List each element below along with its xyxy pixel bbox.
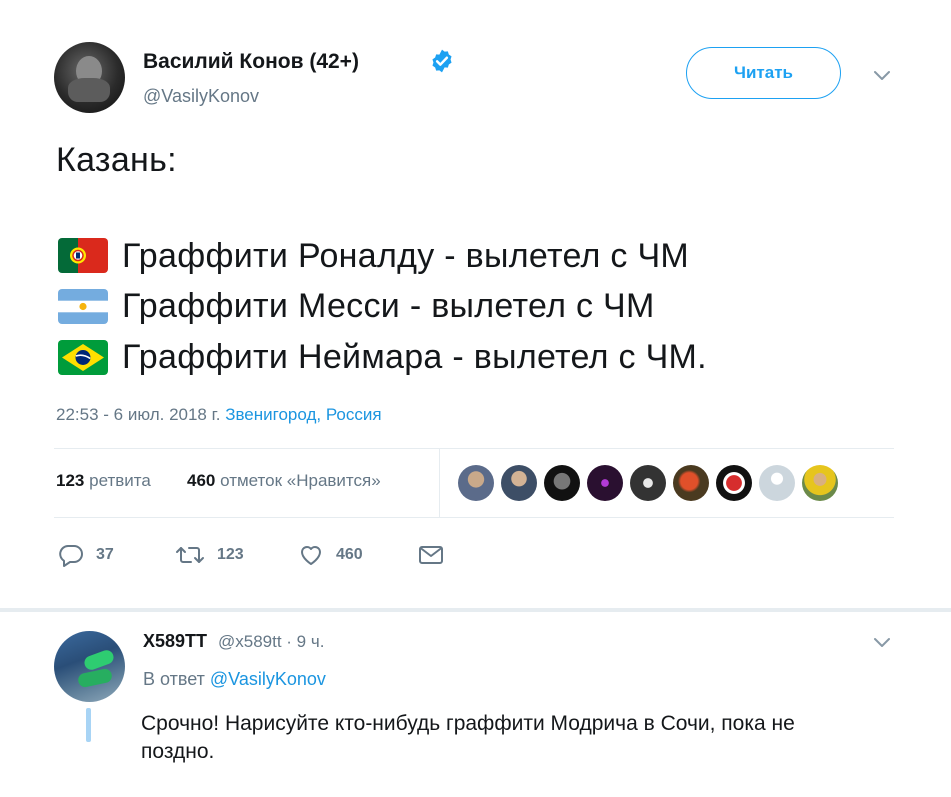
reply-icon bbox=[59, 545, 83, 567]
divider bbox=[439, 449, 440, 517]
reply-text: Срочно! Нарисуйте кто-нибудь граффити Мо… bbox=[141, 712, 795, 763]
reply-author-name[interactable]: X589TT bbox=[143, 631, 207, 652]
tweet-text-line: Граффити Месси - вылетел с ЧМ bbox=[122, 287, 655, 325]
reply-handle-time[interactable]: @x589tt · 9 ч. bbox=[218, 632, 324, 652]
reply-to-line: В ответ @VasilyKonov bbox=[143, 669, 326, 690]
section-separator bbox=[0, 608, 951, 612]
retweet-icon bbox=[176, 547, 204, 563]
retweet-count: 123 bbox=[217, 546, 244, 563]
retweets-stat[interactable]: 123 ретвита bbox=[56, 471, 151, 491]
divider bbox=[54, 517, 894, 518]
author-name[interactable]: Василий Конов (42+) bbox=[143, 50, 359, 74]
liker-avatar[interactable] bbox=[630, 465, 666, 501]
reply-to-prefix: В ответ bbox=[143, 669, 205, 689]
liker-avatar[interactable] bbox=[544, 465, 580, 501]
liker-avatar[interactable] bbox=[759, 465, 795, 501]
portugal-flag-icon bbox=[58, 238, 108, 273]
chevron-down-icon[interactable] bbox=[873, 70, 891, 82]
reply-to-mention[interactable]: @VasilyKonov bbox=[210, 669, 326, 689]
retweets-count: 123 bbox=[56, 471, 85, 490]
like-count: 460 bbox=[336, 546, 363, 563]
tweet-meta: 22:53 - 6 июл. 2018 г. Звенигород, Росси… bbox=[56, 405, 382, 425]
liker-avatar[interactable] bbox=[501, 465, 537, 501]
chevron-down-icon[interactable] bbox=[873, 637, 891, 649]
liker-avatar[interactable] bbox=[458, 465, 494, 501]
avatar-hands bbox=[68, 78, 110, 102]
heart-icon bbox=[301, 546, 321, 565]
liker-avatar[interactable] bbox=[802, 465, 838, 501]
likes-label: отметок «Нравится» bbox=[220, 471, 381, 490]
retweets-label: ретвита bbox=[89, 471, 151, 490]
like-action[interactable]: 460 bbox=[298, 540, 363, 570]
avatar-shoe bbox=[76, 667, 114, 689]
liker-avatar[interactable] bbox=[673, 465, 709, 501]
avatar-shoe bbox=[82, 648, 116, 672]
tweet-text-line: Казань: bbox=[56, 141, 177, 179]
author-avatar[interactable] bbox=[54, 42, 125, 113]
likes-count: 460 bbox=[187, 471, 216, 490]
direct-message-action[interactable] bbox=[418, 540, 444, 570]
verified-badge-icon bbox=[432, 49, 452, 73]
author-handle[interactable]: @VasilyKonov bbox=[143, 86, 259, 107]
envelope-icon bbox=[419, 546, 443, 564]
brazil-flag-icon bbox=[58, 340, 108, 375]
argentina-flag-icon bbox=[58, 289, 108, 324]
likes-stat[interactable]: 460 отметок «Нравится» bbox=[187, 471, 381, 491]
liker-avatar[interactable] bbox=[587, 465, 623, 501]
divider bbox=[54, 448, 894, 449]
liker-avatars bbox=[458, 465, 838, 501]
tweet-text-line: Граффити Неймара - вылетел с ЧМ. bbox=[122, 338, 707, 376]
retweet-action[interactable]: 123 bbox=[175, 540, 244, 570]
reply-count: 37 bbox=[96, 546, 114, 563]
liker-avatar[interactable] bbox=[716, 465, 752, 501]
reply-action[interactable]: 37 bbox=[58, 540, 114, 570]
follow-button[interactable]: Читать bbox=[686, 47, 841, 99]
tweet-timestamp[interactable]: 22:53 - 6 июл. 2018 г. bbox=[56, 405, 220, 424]
tweet-text-line: Граффити Роналду - вылетел с ЧМ bbox=[122, 237, 690, 275]
reply-author-avatar[interactable] bbox=[54, 631, 125, 702]
thread-line bbox=[86, 708, 91, 742]
location-link[interactable]: Звенигород, Россия bbox=[225, 405, 381, 424]
